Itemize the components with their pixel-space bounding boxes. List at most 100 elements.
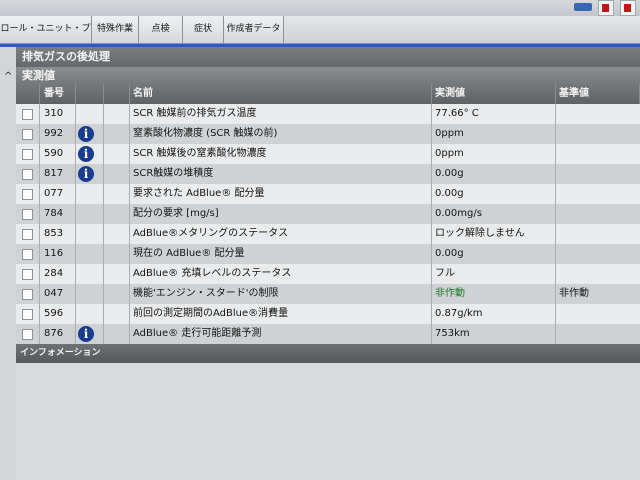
row-info-cell — [76, 104, 104, 124]
row-info-cell — [76, 184, 104, 204]
row-checkbox[interactable] — [22, 229, 33, 240]
row-checkbox-cell — [16, 244, 40, 264]
row-standard — [556, 164, 640, 184]
row-info-cell: i — [76, 144, 104, 164]
row-spacer — [104, 264, 130, 284]
row-number: 853 — [40, 224, 76, 244]
row-checkbox-cell — [16, 144, 40, 164]
row-spacer — [104, 104, 130, 124]
row-number: 992 — [40, 124, 76, 144]
row-checkbox[interactable] — [22, 189, 33, 200]
header-value[interactable]: 実測値 — [432, 84, 556, 104]
tab-special-work[interactable]: 特殊作業 — [92, 16, 139, 43]
table-row[interactable]: 310 SCR 触媒前の排気ガス温度 77.66° C — [16, 104, 640, 124]
row-info-cell — [76, 204, 104, 224]
row-spacer — [104, 164, 130, 184]
collapse-icon[interactable]: ^ — [4, 71, 12, 82]
tab-bar: ロール・ユニット・プロトコル 特殊作業 点検 症状 作成者データ — [0, 16, 640, 61]
table-row[interactable]: 590 i SCR 触媒後の窒素酸化物濃度 0ppm — [16, 144, 640, 164]
tab-protocol[interactable]: ロール・ユニット・プロトコル — [0, 16, 92, 61]
info-icon[interactable]: i — [78, 326, 94, 342]
row-checkbox[interactable] — [22, 149, 33, 160]
row-checkbox-cell — [16, 204, 40, 224]
row-name: AdBlue®メタリングのステータス — [130, 224, 432, 244]
row-info-cell — [76, 264, 104, 284]
tab-author-data[interactable]: 作成者データ — [224, 16, 284, 43]
row-number: 077 — [40, 184, 76, 204]
network-icon — [574, 3, 592, 11]
table-row[interactable]: 284 AdBlue® 充填レベルのステータス フル — [16, 264, 640, 284]
table-row[interactable]: 817 i SCR触媒の堆積度 0.00g — [16, 164, 640, 184]
row-checkbox[interactable] — [22, 309, 33, 320]
row-standard — [556, 264, 640, 284]
table-header: 番号 名前 実測値 基準値 — [16, 84, 640, 104]
row-checkbox[interactable] — [22, 269, 33, 280]
row-name: 前回の測定期間のAdBlue®消費量 — [130, 304, 432, 324]
table-row[interactable]: 596 前回の測定期間のAdBlue®消費量 0.87g/km — [16, 304, 640, 324]
row-standard — [556, 144, 640, 164]
row-name: SCR触媒の堆積度 — [130, 164, 432, 184]
row-spacer — [104, 224, 130, 244]
row-checkbox-cell — [16, 184, 40, 204]
row-standard — [556, 204, 640, 224]
row-checkbox-cell — [16, 224, 40, 244]
table-row[interactable]: 876 i AdBlue® 走行可能距離予測 753km — [16, 324, 640, 344]
row-checkbox[interactable] — [22, 289, 33, 300]
row-name: 配分の要求 [mg/s] — [130, 204, 432, 224]
row-spacer — [104, 304, 130, 324]
row-value: 0ppm — [432, 144, 556, 164]
info-icon[interactable]: i — [78, 146, 94, 162]
row-value: 0.00mg/s — [432, 204, 556, 224]
row-name: SCR 触媒後の窒素酸化物濃度 — [130, 144, 432, 164]
row-number: 310 — [40, 104, 76, 124]
row-checkbox-cell — [16, 324, 40, 344]
info-icon[interactable]: i — [78, 166, 94, 182]
table-row[interactable]: 784 配分の要求 [mg/s] 0.00mg/s — [16, 204, 640, 224]
row-info-cell: i — [76, 164, 104, 184]
row-value: 0.00g — [432, 184, 556, 204]
row-checkbox-cell — [16, 164, 40, 184]
document-icon[interactable] — [598, 0, 614, 16]
row-checkbox[interactable] — [22, 249, 33, 260]
row-value: ロック解除しません — [432, 224, 556, 244]
system-tray — [574, 0, 636, 16]
row-spacer — [104, 204, 130, 224]
header-number[interactable]: 番号 — [40, 84, 76, 104]
header-check — [16, 84, 40, 104]
row-checkbox-cell — [16, 124, 40, 144]
tab-inspection[interactable]: 点検 — [139, 16, 183, 43]
left-strip: ^ — [0, 47, 17, 480]
information-area — [16, 363, 640, 480]
info-icon[interactable]: i — [78, 126, 94, 142]
row-checkbox[interactable] — [22, 109, 33, 120]
report-icon[interactable] — [620, 0, 636, 16]
subsection-title: 実測値 — [16, 67, 640, 84]
table-row[interactable]: 992 i 窒素酸化物濃度 (SCR 触媒の前) 0ppm — [16, 124, 640, 144]
values-table: 番号 名前 実測値 基準値 310 SCR 触媒前の排気ガス温度 77.66° C9… — [16, 84, 640, 344]
row-standard: 非作動 — [559, 288, 589, 299]
row-standard — [556, 104, 640, 124]
header-name[interactable]: 名前 — [130, 84, 432, 104]
row-spacer — [104, 124, 130, 144]
row-spacer — [104, 144, 130, 164]
tab-symptoms[interactable]: 症状 — [183, 16, 224, 43]
table-row[interactable]: 853 AdBlue®メタリングのステータス ロック解除しません — [16, 224, 640, 244]
row-info-cell — [76, 284, 104, 304]
row-value: 77.66° C — [432, 104, 556, 124]
row-info-cell: i — [76, 124, 104, 144]
table-row[interactable]: 047 機能'エンジン・スタード'の制限 非作動 非作動 — [16, 284, 640, 304]
row-checkbox[interactable] — [22, 329, 33, 340]
row-checkbox[interactable] — [22, 209, 33, 220]
row-info-cell — [76, 304, 104, 324]
row-value: 非作動 — [432, 284, 556, 304]
row-name: 窒素酸化物濃度 (SCR 触媒の前) — [130, 124, 432, 144]
row-number: 590 — [40, 144, 76, 164]
row-checkbox[interactable] — [22, 129, 33, 140]
header-standard[interactable]: 基準値 — [556, 84, 640, 104]
row-standard — [556, 124, 640, 144]
row-value: 0.00g — [432, 164, 556, 184]
table-row[interactable]: 116 現在の AdBlue® 配分量 0.00g — [16, 244, 640, 264]
row-checkbox[interactable] — [22, 169, 33, 180]
table-row[interactable]: 077 要求された AdBlue® 配分量 0.00g — [16, 184, 640, 204]
row-value: 0.87g/km — [432, 304, 556, 324]
